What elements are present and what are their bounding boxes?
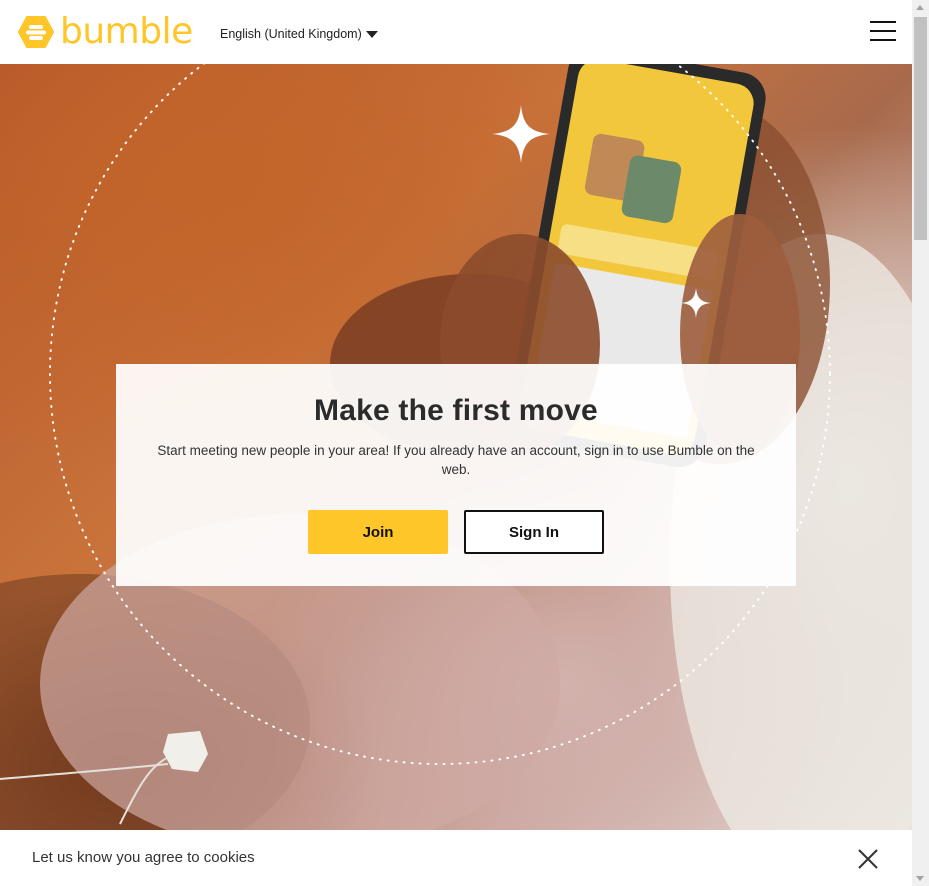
sparkle-icon — [492, 105, 550, 163]
close-icon[interactable] — [857, 848, 879, 870]
bumble-logo-icon — [18, 16, 54, 48]
cookie-text: Let us know you agree to cookies — [32, 849, 255, 866]
sparkle-icon — [681, 288, 711, 318]
language-selector[interactable]: English (United Kingdom) — [220, 27, 378, 41]
sign-in-button[interactable]: Sign In — [464, 510, 604, 554]
caret-down-icon — [365, 30, 378, 38]
cookie-banner: Let us know you agree to cookies — [0, 830, 912, 886]
scroll-up-icon[interactable] — [916, 5, 924, 10]
hero-title: Make the first move — [314, 394, 598, 427]
hero-subtitle: Start meeting new people in your area! I… — [157, 443, 755, 477]
hero-card: Make the first move Start meeting new pe… — [116, 364, 796, 586]
scrollbar-thumb[interactable] — [914, 17, 927, 240]
scroll-down-icon[interactable] — [916, 876, 924, 881]
language-label: English (United Kingdom) — [220, 27, 362, 41]
bumble-logo[interactable]: bumble — [18, 14, 193, 50]
hamburger-menu-icon[interactable] — [870, 21, 896, 41]
join-button[interactable]: Join — [308, 510, 448, 554]
site-header: bumble English (United Kingdom) — [0, 0, 912, 64]
brand-wordmark: bumble — [60, 11, 193, 52]
page-scrollbar[interactable] — [912, 0, 929, 886]
